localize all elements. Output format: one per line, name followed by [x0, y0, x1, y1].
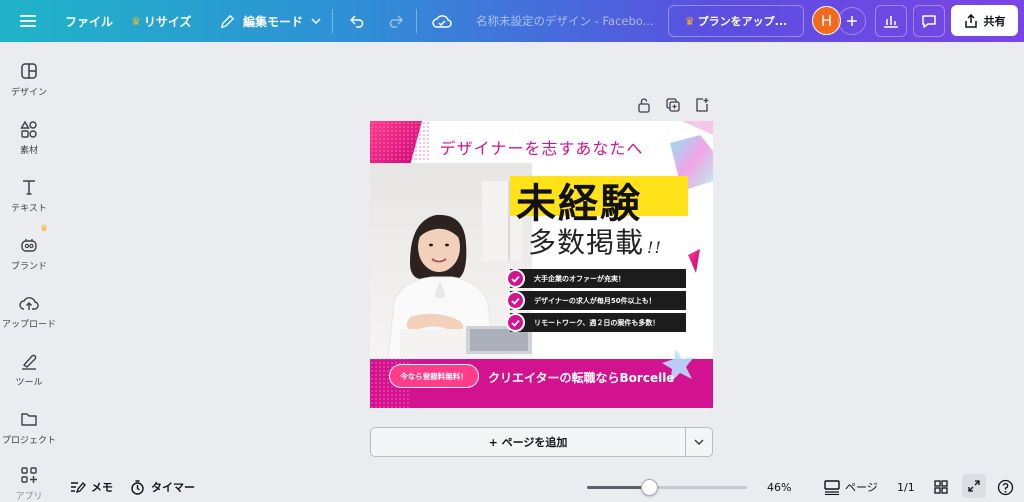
design-title[interactable]: 名称未設定のデザイン - Facebo... [476, 0, 654, 42]
insights-button[interactable] [875, 5, 907, 37]
poster-check-text: デザイナーの求人が毎月50件以上も！ [534, 296, 656, 305]
avatar-initial: H [820, 11, 833, 30]
poster-footer-text: クリエイターの転職ならBorcelle [488, 371, 675, 385]
crown-icon: ♛ [684, 14, 695, 28]
resize-label: リサイズ [143, 14, 192, 29]
cloud-saved-icon[interactable] [432, 0, 452, 42]
layout-icon [21, 63, 37, 79]
design-canvas[interactable]: デザイナーを志すあなたへ 未経験 多数掲載 !! 大手企業のオファーが充実！ デ… [370, 121, 713, 408]
checkmark-icon [506, 269, 525, 288]
poster-check-item: 大手企業のオファーが充実！ [506, 269, 686, 288]
add-page-label: + ページを追加 [488, 436, 568, 449]
notes-label: メモ [91, 481, 113, 494]
checkmark-icon [506, 313, 525, 332]
edit-mode-label: 編集モード [243, 14, 304, 29]
poster-heading: デザイナーを志すあなたへ [439, 139, 644, 158]
poster-check-text: リモートワーク、週２日の案件も多数！ [534, 318, 660, 327]
checkmark-icon [506, 291, 525, 310]
redo-icon[interactable] [387, 0, 403, 42]
sidebar-item-label: アプリ [15, 492, 43, 502]
comments-button[interactable] [913, 5, 945, 37]
poster-headline-exclamation: !! [647, 238, 662, 257]
bar-chart-icon [884, 16, 898, 28]
pages-button[interactable]: ページ [824, 478, 878, 496]
zoom-slider-handle[interactable] [641, 479, 658, 496]
lock-icon[interactable] [636, 97, 652, 113]
chevron-down-icon [311, 18, 321, 25]
top-bar: ファイル ♛ リサイズ 編集モード 名称未設定のデザイン - Facebo...… [0, 0, 1024, 42]
timer-icon [131, 479, 144, 495]
sidebar-item-apps[interactable]: アプリ [0, 462, 58, 502]
zoom-percent: 46% [767, 480, 792, 494]
sidebar-item-label: 素材 [19, 146, 38, 156]
edit-mode-button[interactable]: 編集モード [220, 0, 321, 42]
divider [332, 9, 333, 33]
upgrade-plan-button[interactable]: ♛ プランをアップ... [668, 5, 804, 37]
chevron-down-icon [694, 439, 704, 446]
sidebar-item-upload[interactable]: アップロード [0, 290, 58, 346]
avatar[interactable]: H [812, 6, 841, 35]
sidebar-item-elements[interactable]: 素材 [0, 116, 58, 172]
zoom-slider-fill [587, 486, 649, 489]
timer-button[interactable]: タイマー [130, 478, 195, 496]
elements-icon [20, 120, 37, 138]
crown-icon: ♛ [131, 14, 141, 28]
add-page-icon[interactable] [694, 97, 710, 113]
sidebar-item-brand[interactable]: ♛ ブランド [0, 224, 58, 288]
tools-icon [22, 354, 37, 370]
timer-label: タイマー [151, 481, 195, 494]
file-menu-button[interactable]: ファイル [65, 0, 113, 42]
divider [416, 9, 417, 33]
duplicate-page-icon[interactable] [665, 97, 681, 113]
folder-icon [21, 413, 37, 426]
sidebar-item-design[interactable]: デザイン [0, 58, 58, 114]
help-icon[interactable] [997, 478, 1014, 496]
sidebar-item-label: デザイン [10, 88, 47, 98]
sidebar-item-label: アップロード [1, 320, 56, 330]
sidebar-item-label: テキスト [11, 204, 47, 214]
zoom-level[interactable]: 46% [767, 478, 791, 496]
sidebar-item-tools[interactable]: ツール [0, 348, 58, 404]
poster-check-item: デザイナーの求人が毎月50件以上も！ [506, 291, 686, 310]
share-label: 共有 [983, 14, 1006, 28]
sidebar: デザイン 素材 テキスト ♛ ブランド アップロード ツール プロジェクト アプ… [0, 42, 58, 502]
notes-icon [71, 482, 86, 494]
hamburger-menu-icon[interactable] [20, 0, 36, 42]
poster-check-item: リモートワーク、週２日の案件も多数！ [506, 313, 686, 332]
upload-icon [19, 297, 39, 310]
comment-icon [922, 14, 936, 28]
add-page-button[interactable]: + ページを追加 [370, 427, 686, 457]
page-counter-text: 1/1 [897, 480, 915, 494]
share-icon [964, 13, 977, 28]
fullscreen-icon[interactable] [962, 474, 986, 498]
sidebar-item-text[interactable]: テキスト [0, 174, 58, 230]
apps-icon [21, 467, 37, 483]
pencil-icon [220, 14, 235, 28]
add-page-dropdown[interactable] [685, 427, 713, 457]
plus-icon [847, 16, 857, 26]
crown-icon: ♛ [40, 224, 49, 234]
resize-button[interactable]: ♛ リサイズ [131, 0, 192, 42]
poster-badge: 今なら登録料無料！ [389, 364, 479, 388]
sidebar-item-projects[interactable]: プロジェクト [0, 406, 58, 462]
undo-icon[interactable] [350, 0, 366, 42]
sidebar-item-label: プロジェクト [1, 436, 56, 446]
sidebar-item-label: ブランド [10, 262, 47, 272]
grid-view-icon[interactable] [934, 478, 948, 496]
text-icon [23, 180, 35, 195]
zoom-slider[interactable] [587, 479, 747, 496]
page-counter: 1/1 [897, 478, 915, 496]
upgrade-label: プランをアップ... [697, 15, 788, 28]
pages-icon [824, 479, 840, 495]
notes-button[interactable]: メモ [70, 478, 113, 496]
brand-icon [21, 239, 37, 252]
add-collaborator-button[interactable] [838, 7, 866, 35]
poster-headline-sub: 多数掲載 [528, 226, 645, 259]
sidebar-item-label: ツール [15, 378, 43, 388]
share-button[interactable]: 共有 [951, 5, 1018, 36]
poster-check-text: 大手企業のオファーが充実！ [534, 274, 625, 283]
pages-label: ページ [845, 481, 878, 494]
design-title-text: 名称未設定のデザイン - Facebo... [476, 14, 654, 28]
